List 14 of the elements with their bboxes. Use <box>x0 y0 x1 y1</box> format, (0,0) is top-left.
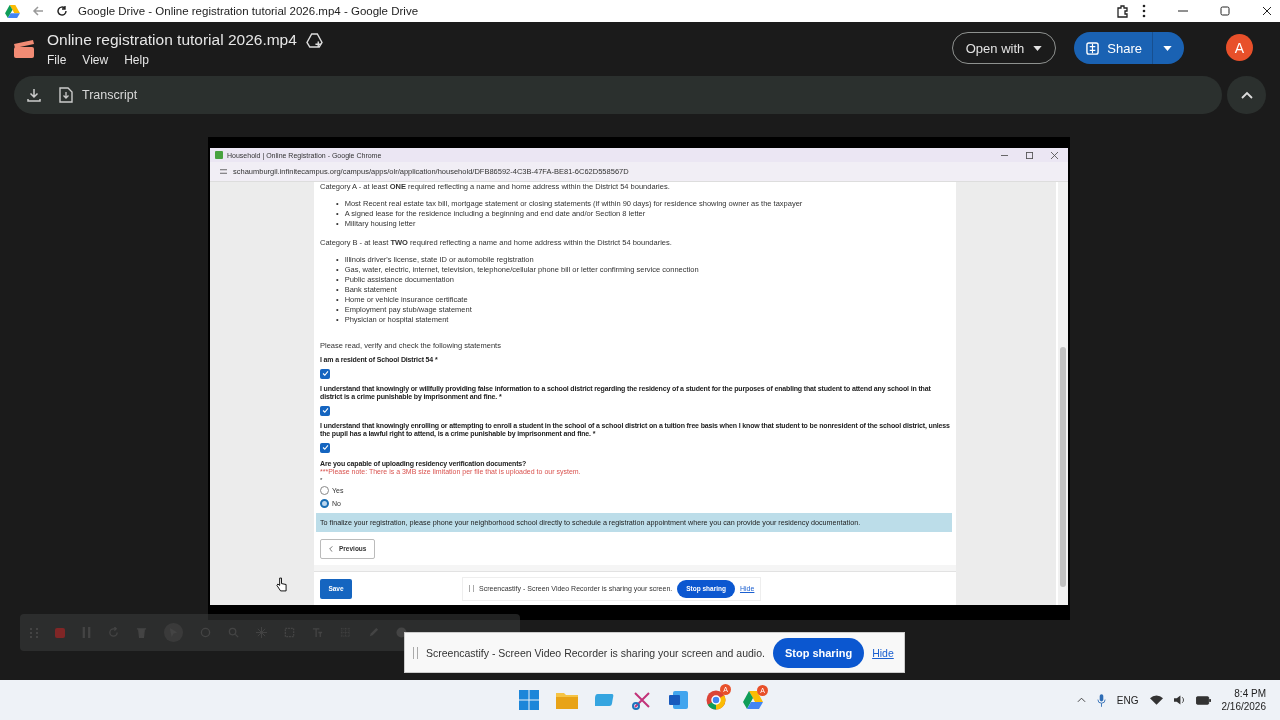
clock-date[interactable]: 2/16/2026 <box>1221 700 1266 713</box>
stop-sharing-button[interactable]: Stop sharing <box>772 637 865 668</box>
clock-time[interactable]: 8:4 PM <box>1234 687 1266 700</box>
menu-item[interactable]: Help <box>124 53 149 67</box>
avatar[interactable]: A <box>1226 34 1253 61</box>
language-indicator[interactable]: ENG <box>1116 694 1139 706</box>
sharing-text: Screencastify - Screen Video Recorder is sharing your screen and audio. <box>426 646 765 659</box>
menu-item[interactable]: File <box>47 53 67 67</box>
hide-link[interactable]: Hide <box>872 646 894 659</box>
file-title: Online registration tutorial 2026.mp4 <box>47 31 297 49</box>
share-button[interactable]: Share <box>1074 32 1184 64</box>
page-title: Google Drive - Online registration tutorial 2026.mp4 - Google Drive <box>78 5 419 17</box>
menu-item[interactable]: View <box>82 53 109 67</box>
transcript-button[interactable]: Transcript <box>59 87 138 103</box>
